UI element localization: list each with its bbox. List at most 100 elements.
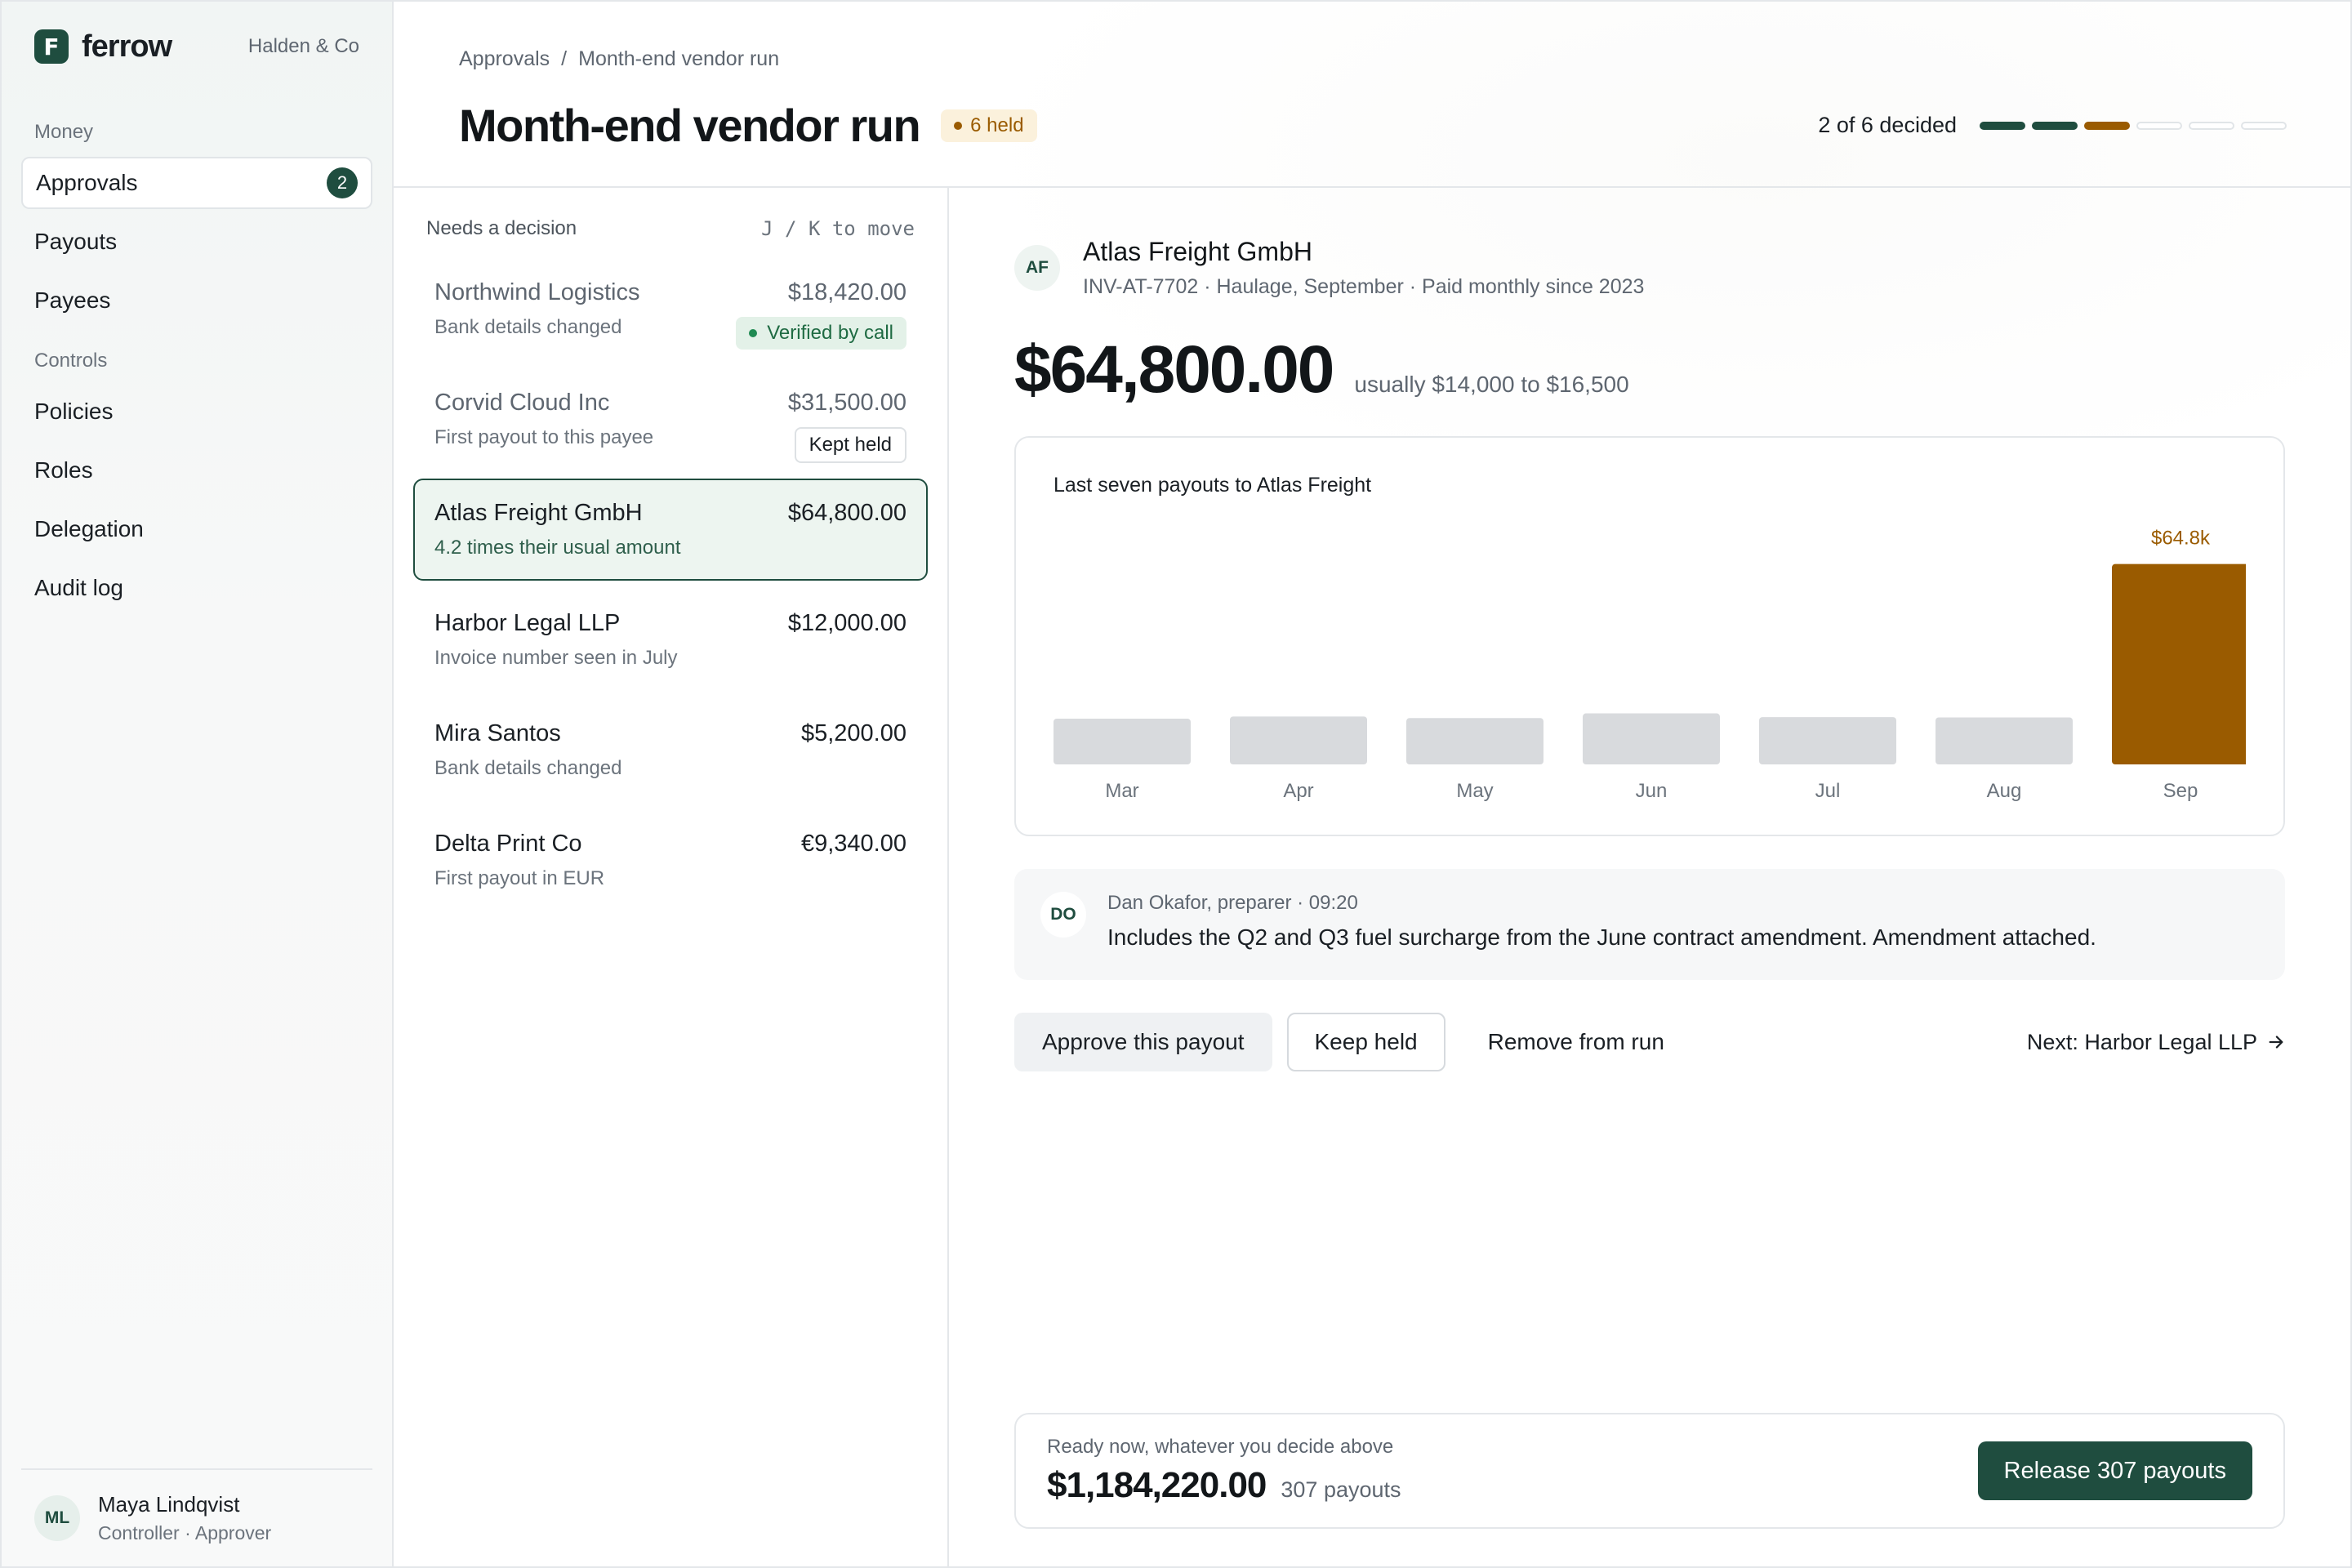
queue-item-amount: $5,200.00 (800, 720, 906, 746)
x-tick-label: Apr (1283, 780, 1313, 802)
sidebar-item-approvals[interactable]: Approvals 2 (21, 157, 372, 209)
note-body: Includes the Q2 and Q3 fuel surcharge fr… (1107, 924, 2096, 950)
progress-segment-4 (2136, 121, 2182, 130)
release-label: Ready now, whatever you decide above (1047, 1436, 1394, 1458)
sidebar-item-label: Audit log (34, 575, 123, 600)
status-dot-icon (954, 121, 963, 130)
queue-title: Needs a decision (426, 217, 577, 239)
sidebar-item-label: Payouts (34, 229, 118, 254)
queue-item-name: Harbor Legal LLP (434, 610, 621, 636)
x-tick-label: Jul (1815, 780, 1841, 802)
x-tick-label: Sep (2163, 780, 2198, 802)
main: Approvals / Month-end vendor run Month-e… (394, 2, 2350, 1566)
payee-name: Atlas Freight GmbH (1083, 237, 1312, 266)
queue-item-mira[interactable]: Mira Santos $5,200.00 Bank details chang… (413, 699, 928, 801)
decision-progress: 2 of 6 decided (1818, 113, 2287, 138)
release-amount-row: $1,184,220.00 307 payouts (1047, 1465, 1401, 1506)
progress-segment-1 (1980, 121, 2025, 130)
bar-may (1406, 718, 1544, 764)
progress-segment-2 (2032, 121, 2078, 130)
sidebar-item-audit-log[interactable]: Audit log (21, 562, 372, 614)
sidebar-item-roles[interactable]: Roles (21, 444, 372, 497)
sidebar: F ferrow Halden & Co Money Approvals 2 P… (2, 2, 394, 1566)
queue-item-name: Northwind Logistics (434, 279, 640, 305)
content: Needs a decision J / K to move Northwind… (394, 188, 2350, 1566)
x-tick-label: Aug (1987, 780, 2022, 802)
page-header: Approvals / Month-end vendor run Month-e… (394, 2, 2350, 188)
remove-from-run-button[interactable]: Remove from run (1460, 1013, 1692, 1071)
verified-badge-label: Verified by call (767, 322, 893, 344)
user-profile[interactable]: ML Maya Lindqvist Controller · Approver (21, 1468, 372, 1566)
data-label: $64.8k (2151, 528, 2211, 550)
next-payout-link[interactable]: Next: Harbor Legal LLP (2027, 1030, 2285, 1055)
release-summary: Ready now, whatever you decide above $1,… (1047, 1436, 1401, 1506)
brand-row: F ferrow Halden & Co (21, 2, 372, 91)
held-badge-label: 6 held (970, 114, 1024, 136)
breadcrumb-current: Month-end vendor run (578, 47, 780, 70)
queue-item-amount: $12,000.00 (787, 610, 906, 636)
note-avatar: DO (1040, 892, 1086, 938)
note-content: Dan Okafor, preparer · 09:20 Includes th… (1107, 892, 2096, 951)
sidebar-item-label: Policies (34, 399, 114, 424)
queue-item-row: Delta Print Co €9,340.00 (434, 831, 906, 858)
sidebar-item-policies[interactable]: Policies (21, 385, 372, 438)
queue-item-amount: $64,800.00 (787, 500, 906, 526)
queue-item-reason: First payout in EUR (434, 867, 605, 889)
keep-held-button[interactable]: Keep held (1286, 1013, 1446, 1071)
queue-item-delta[interactable]: Delta Print Co €9,340.00 First payout in… (413, 809, 928, 911)
payout-amount: $64,800.00 (1014, 332, 1334, 407)
sidebar-item-label: Delegation (34, 516, 144, 541)
sidebar-item-payouts[interactable]: Payouts (21, 216, 372, 268)
approval-queue: Needs a decision J / K to move Northwind… (394, 188, 949, 1566)
sidebar-item-payees[interactable]: Payees (21, 274, 372, 327)
keyboard-hint: J / K to move (761, 217, 915, 240)
approve-button[interactable]: Approve this payout (1014, 1013, 1272, 1071)
org-switcher[interactable]: Halden & Co (248, 35, 359, 58)
sidebar-item-label: Roles (34, 457, 93, 483)
kept-held-badge: Kept held (794, 427, 906, 463)
breadcrumb-separator: / (561, 47, 568, 70)
sidebar-item-delegation[interactable]: Delegation (21, 503, 372, 555)
queue-item-amount: $31,500.00 (787, 390, 906, 416)
chart-title: Last seven payouts to Atlas Freight (1054, 474, 1372, 497)
held-badge: 6 held (941, 109, 1037, 142)
payout-history-chart: Last seven payouts to Atlas Freight Mar A… (1014, 436, 2285, 836)
queue-item-row: Corvid Cloud Inc $31,500.00 (434, 390, 906, 416)
bar-chart: Mar Apr May Jun Jul Aug Sep $64.8k (1054, 528, 2246, 802)
brand[interactable]: F ferrow (34, 29, 172, 65)
payee-header: AF Atlas Freight GmbH INV-AT-7702 · Haul… (1014, 237, 2285, 299)
bar-aug (1936, 717, 2073, 764)
sidebar-item-label: Payees (34, 287, 111, 313)
queue-item-corvid[interactable]: Corvid Cloud Inc $31,500.00 First payout… (413, 368, 928, 470)
queue-item-reason: Invoice number seen in July (434, 647, 678, 669)
progress-segments (1980, 121, 2287, 130)
note-author: Dan Okafor, preparer · 09:20 (1107, 892, 1358, 914)
queue-item-atlas[interactable]: Atlas Freight GmbH $64,800.00 4.2 times … (413, 479, 928, 581)
release-count: 307 payouts (1281, 1477, 1401, 1502)
queue-item-reason: Bank details changed (434, 757, 622, 779)
payee-avatar: AF (1014, 245, 1060, 291)
queue-item-amount: €9,340.00 (800, 831, 906, 857)
queue-item-name: Atlas Freight GmbH (434, 500, 643, 526)
user-info: Maya Lindqvist Controller · Approver (98, 1492, 271, 1544)
queue-item-harbor[interactable]: Harbor Legal LLP $12,000.00 Invoice numb… (413, 589, 928, 691)
breadcrumb: Approvals / Month-end vendor run (459, 47, 2285, 71)
release-amount: $1,184,220.00 (1047, 1465, 1267, 1505)
x-tick-label: May (1456, 780, 1493, 802)
progress-segment-6 (2241, 121, 2287, 130)
queue-item-row: Harbor Legal LLP $12,000.00 (434, 610, 906, 637)
x-tick-label: Mar (1105, 780, 1138, 802)
release-payouts-button[interactable]: Release 307 payouts (1977, 1441, 2252, 1500)
app-window: F ferrow Halden & Co Money Approvals 2 P… (0, 0, 2352, 1568)
queue-item-northwind[interactable]: Northwind Logistics $18,420.00 Bank deta… (413, 258, 928, 360)
preparer-note: DO Dan Okafor, preparer · 09:20 Includes… (1014, 869, 2285, 980)
bar-jun (1583, 713, 1720, 764)
queue-item-name: Mira Santos (434, 720, 561, 746)
avatar: ML (34, 1495, 80, 1541)
queue-item-reason: 4.2 times their usual amount (434, 537, 681, 559)
nav-section-controls: Controls (34, 350, 108, 372)
queue-item-row: Mira Santos $5,200.00 (434, 720, 906, 747)
breadcrumb-approvals[interactable]: Approvals (459, 47, 550, 71)
amount-row: $64,800.00 usually $14,000 to $16,500 (1014, 332, 2285, 408)
queue-item-name: Delta Print Co (434, 831, 582, 857)
